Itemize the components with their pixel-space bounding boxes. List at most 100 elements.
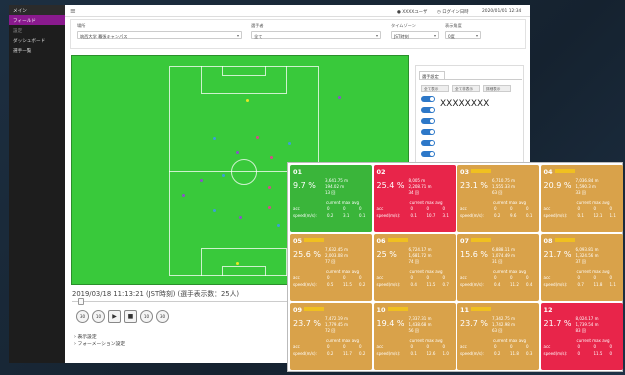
- player-card[interactable]: 02 25.4 % 8,005 m 2,208.71 m 34 回 current max…: [373, 165, 456, 232]
- hamburger-menu-icon[interactable]: ≡: [70, 7, 76, 15]
- acc-row: acc 0 0 0: [543, 275, 613, 280]
- sprint-count-value: 77 回: [325, 259, 336, 264]
- player-dot[interactable]: [213, 137, 216, 140]
- player-tag: [304, 307, 324, 311]
- player-dot[interactable]: [288, 142, 291, 145]
- sprint-distance-value: 1,779.45 m: [325, 322, 348, 327]
- formation-settings-link[interactable]: › フォーメーション設定: [74, 341, 125, 348]
- sidebar-item-settings[interactable]: 設定: [9, 25, 65, 35]
- rewind-10-button[interactable]: 10: [92, 310, 105, 323]
- player-card[interactable]: 12 21.7 % 8,024.17 m 1,739.54 m 83 回 current …: [540, 303, 623, 370]
- chevron-down-icon: ▾: [375, 33, 378, 38]
- player-toggle[interactable]: [421, 151, 435, 157]
- player-toggle[interactable]: [421, 118, 435, 124]
- filter-panel: 場所 筑西大学 幕張キャンパス ▾ 選手者 全て ▾ タイムゾーン JST時刻 ▾ 表…: [70, 19, 526, 49]
- player-dot[interactable]: [246, 99, 249, 102]
- speed-row: speed(m/s): 0.2 9.6 0.1: [460, 213, 533, 218]
- display-select[interactable]: 0度 ▾: [445, 31, 481, 39]
- chevron-down-icon: ▾: [236, 33, 239, 38]
- sprint-distance-value: 1,739.54 m: [575, 322, 599, 327]
- percent-value: 20.9 %: [543, 181, 572, 190]
- player-dot[interactable]: [268, 206, 271, 209]
- player-card[interactable]: 01 9.7 % 3,641.75 m 194.02 m 13 回 current max…: [290, 165, 372, 232]
- player-dot[interactable]: [236, 151, 239, 154]
- player-card[interactable]: 11 23.7 % 7,342.75 m 1,742.98 m 63 回 current …: [457, 303, 539, 370]
- player-dot[interactable]: [182, 194, 185, 197]
- sidebar-item-main[interactable]: メイン: [9, 5, 65, 15]
- selected-player-name: XXXXXXXX: [440, 99, 490, 109]
- player-dot[interactable]: [256, 136, 259, 139]
- percent-value: 25.6 %: [293, 250, 321, 259]
- player-dot[interactable]: [239, 216, 242, 219]
- timezone-label: タイムゾーン: [391, 23, 416, 28]
- player-number: 10: [376, 306, 386, 314]
- sidebar-item-dashboard[interactable]: ダッシュボード: [9, 35, 65, 45]
- sprint-count-value: 37 回: [575, 259, 586, 264]
- sprint-distance-value: 1,324.56 m: [575, 253, 599, 258]
- percent-value: 25.4 %: [376, 181, 405, 190]
- show-all-button[interactable]: 全て表示: [421, 85, 449, 92]
- acc-row: acc 0 0 0: [376, 344, 446, 349]
- slider-handle[interactable]: [78, 298, 84, 305]
- tab-player-settings[interactable]: 選手設定: [419, 71, 445, 79]
- player-select[interactable]: 全て ▾: [251, 31, 381, 39]
- stats-header: current max avg: [326, 338, 360, 343]
- player-stats-grid: 01 9.7 % 3,641.75 m 194.02 m 13 回 current max…: [287, 162, 623, 372]
- player-number: 12: [543, 306, 553, 314]
- player-toggle[interactable]: [421, 129, 435, 135]
- player-card[interactable]: 09 23.7 % 7,472.19 m 1,779.45 m 72 回 current …: [290, 303, 372, 370]
- player-toggle[interactable]: [421, 140, 435, 146]
- percent-value: 21.7 %: [543, 319, 572, 328]
- center-circle: [231, 159, 257, 185]
- player-dot[interactable]: [277, 224, 280, 227]
- forward-30-button[interactable]: 30: [156, 310, 169, 323]
- player-dot[interactable]: [200, 179, 203, 182]
- distance-value: 6,724.17 m: [408, 247, 432, 252]
- rewind-30-button[interactable]: 30: [76, 310, 89, 323]
- play-button[interactable]: ▶: [108, 310, 121, 323]
- user-name[interactable]: XXXXユーザ: [402, 10, 427, 15]
- player-dot[interactable]: [222, 174, 225, 177]
- timezone-select-value: JST時刻: [394, 33, 409, 39]
- stats-header: current max avg: [493, 269, 527, 274]
- speed-row: speed(m/s): 0.2 3.1 0.1: [293, 213, 366, 218]
- display-label: 表示角度: [445, 23, 462, 28]
- sprint-distance-value: 1,742.98 m: [492, 322, 515, 327]
- player-card[interactable]: 10 19.4 % 7,337.31 m 1,438.68 m 56 回 current …: [373, 303, 456, 370]
- player-card[interactable]: 04 20.9 % 7,036.84 m 1,590.3 m 33 回 current m…: [540, 165, 623, 232]
- forward-10-button[interactable]: 10: [140, 310, 153, 323]
- detail-view-button[interactable]: 詳細表示: [483, 85, 511, 92]
- stats-header: current max avg: [409, 269, 443, 274]
- sidebar-item-field[interactable]: フィールド: [9, 15, 65, 25]
- player-dot[interactable]: [236, 262, 239, 265]
- stats-header: current max avg: [409, 200, 443, 205]
- speed-row: speed(m/s): 0.7 11.8 1.1: [543, 282, 616, 287]
- player-card[interactable]: 03 23.1 % 6,710.75 m 1,555.33 m 63 回 current …: [457, 165, 539, 232]
- player-dot[interactable]: [338, 96, 341, 99]
- player-toggle[interactable]: [421, 96, 435, 102]
- sidebar-item-player-list[interactable]: 選手一覧: [9, 45, 65, 55]
- stats-header: current max avg: [576, 200, 610, 205]
- distance-value: 6,710.75 m: [492, 178, 515, 183]
- player-tag: [387, 169, 408, 173]
- acc-row: acc 0 0 0: [543, 344, 613, 349]
- percent-value: 23.7 %: [460, 319, 488, 328]
- player-card[interactable]: 08 21.7 % 6,093.81 m 1,324.56 m 37 回 current …: [540, 234, 623, 301]
- stop-button[interactable]: ■: [124, 310, 137, 323]
- player-card[interactable]: 06 25 % 6,724.17 m 1,681.72 m 74 回 current ma…: [373, 234, 456, 301]
- player-card[interactable]: 05 25.6 % 7,632.45 m 2,003.08 m 77 回 current …: [290, 234, 372, 301]
- speed-row: speed(m/s): 0.2 11.8 0.3: [460, 351, 533, 356]
- place-select[interactable]: 筑西大学 幕張キャンパス ▾: [77, 31, 242, 39]
- timezone-select[interactable]: JST時刻 ▾: [391, 31, 439, 39]
- player-dot[interactable]: [270, 156, 273, 159]
- player-dot[interactable]: [268, 186, 271, 189]
- hide-all-button[interactable]: 全て非表示: [452, 85, 480, 92]
- player-toggle[interactable]: [421, 107, 435, 113]
- display-settings-label: 表示設定: [77, 335, 97, 340]
- sprint-count-value: 63 回: [492, 190, 503, 195]
- display-settings-link[interactable]: › 表示設定: [74, 334, 125, 341]
- player-number: 08: [543, 237, 553, 245]
- sprint-distance-value: 1,438.68 m: [408, 322, 432, 327]
- player-card[interactable]: 07 15.6 % 6,888.11 m 1,074.49 m 31 回 current …: [457, 234, 539, 301]
- player-dot[interactable]: [213, 209, 216, 212]
